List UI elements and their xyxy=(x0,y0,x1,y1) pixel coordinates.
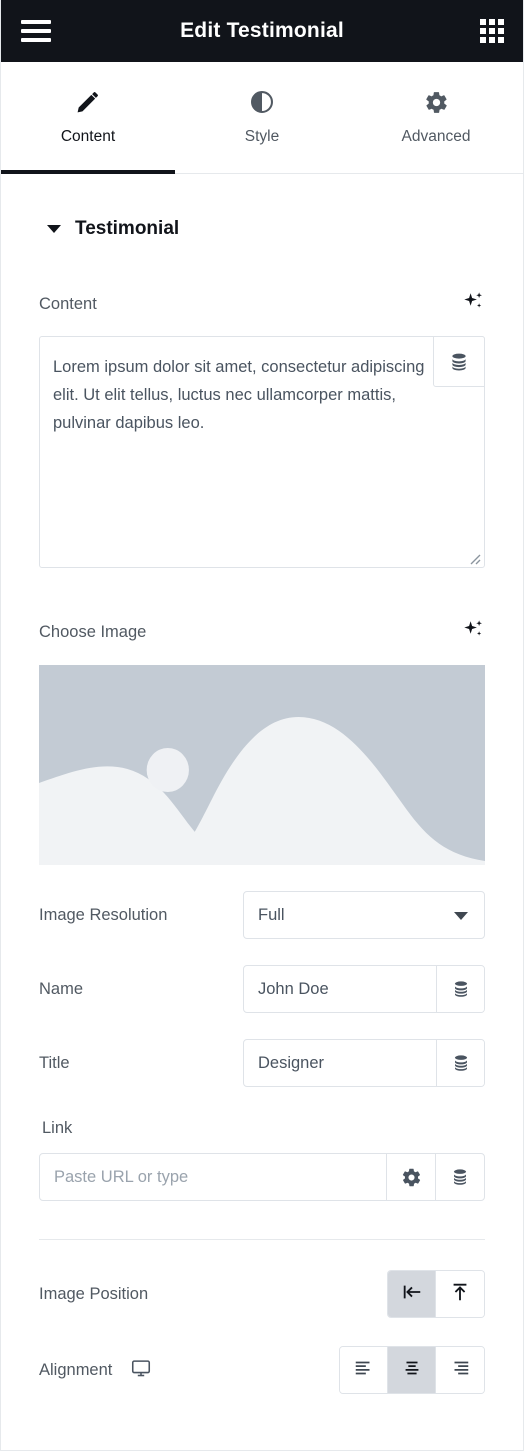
grid-icon[interactable] xyxy=(479,18,505,44)
chevron-down-icon xyxy=(47,225,61,233)
panel-tabs: Content Style Advanced xyxy=(1,62,523,174)
title-input[interactable]: Designer xyxy=(244,1040,436,1086)
resize-handle-icon[interactable] xyxy=(467,551,481,565)
image-resolution-select[interactable]: Full xyxy=(243,891,485,939)
content-field-header: Content xyxy=(39,290,485,319)
alignment-left-button[interactable] xyxy=(340,1347,388,1393)
dynamic-tags-button-name[interactable] xyxy=(436,966,484,1012)
image-position-choices xyxy=(387,1270,485,1318)
tab-label: Style xyxy=(244,128,280,145)
section-title: Testimonial xyxy=(75,218,180,239)
tab-label: Advanced xyxy=(401,127,471,145)
pencil-icon xyxy=(75,89,101,115)
tab-advanced[interactable]: Advanced xyxy=(349,62,523,173)
image-placeholder-landscape[interactable] xyxy=(39,665,485,865)
tab-content[interactable]: Content xyxy=(1,62,175,174)
align-center-icon xyxy=(401,1357,423,1384)
desktop-icon[interactable] xyxy=(130,1357,152,1384)
image-position-aside-button[interactable] xyxy=(388,1271,436,1317)
align-right-icon xyxy=(449,1357,471,1384)
tab-label: Content xyxy=(60,128,116,145)
dynamic-tags-button-content[interactable] xyxy=(433,336,485,387)
image-position-label: Image Position xyxy=(39,1284,149,1303)
name-input-group: John Doe xyxy=(243,965,485,1013)
link-label: Link xyxy=(42,1119,73,1137)
chevron-down-icon xyxy=(454,912,468,920)
title-input-group: Designer xyxy=(243,1039,485,1087)
title-row: Title Designer xyxy=(39,1039,485,1087)
section-divider xyxy=(39,1239,485,1240)
image-field-header: Choose Image xyxy=(39,618,485,647)
align-left-icon xyxy=(353,1357,375,1384)
image-position-row: Image Position xyxy=(39,1270,485,1318)
ai-sparkle-icon[interactable] xyxy=(461,290,485,319)
panel-titlebar: Edit Testimonial xyxy=(1,0,523,62)
gear-icon xyxy=(424,90,449,115)
image-resolution-value: Full xyxy=(258,905,285,924)
name-input[interactable]: John Doe xyxy=(244,966,436,1012)
content-textarea-wrapper: Lorem ipsum dolor sit amet, consectetur … xyxy=(39,336,485,568)
align-to-left-bar-icon xyxy=(401,1281,423,1308)
align-to-top-bar-icon xyxy=(449,1281,471,1308)
alignment-label: Alignment xyxy=(39,1360,113,1379)
edit-widget-panel: Edit Testimonial Content Style Advanced … xyxy=(0,0,524,1451)
choose-image-label: Choose Image xyxy=(39,623,147,641)
title-label: Title xyxy=(39,1053,70,1072)
alignment-row: Alignment xyxy=(39,1346,485,1394)
alignment-right-button[interactable] xyxy=(436,1347,484,1393)
content-label: Content xyxy=(39,295,97,313)
section-header-testimonial[interactable]: Testimonial xyxy=(39,174,485,240)
image-resolution-label: Image Resolution xyxy=(39,905,168,924)
alignment-choices xyxy=(339,1346,485,1394)
name-label: Name xyxy=(39,979,84,998)
dynamic-tags-button-link[interactable] xyxy=(435,1154,484,1200)
image-position-top-button[interactable] xyxy=(436,1271,484,1317)
ai-sparkle-icon[interactable] xyxy=(461,618,485,647)
content-textarea[interactable]: Lorem ipsum dolor sit amet, consectetur … xyxy=(40,337,455,437)
contrast-icon xyxy=(249,89,275,115)
dynamic-tags-button-title[interactable] xyxy=(436,1040,484,1086)
panel-body: Testimonial Content Lorem ipsum dolor si… xyxy=(1,174,523,1394)
tab-style[interactable]: Style xyxy=(175,62,349,173)
alignment-center-button[interactable] xyxy=(388,1347,436,1393)
link-input-group: Paste URL or type xyxy=(39,1153,485,1201)
page-title: Edit Testimonial xyxy=(180,19,344,42)
link-options-button[interactable] xyxy=(386,1154,435,1200)
image-resolution-row: Image Resolution Full xyxy=(39,891,485,939)
link-input[interactable]: Paste URL or type xyxy=(40,1154,386,1200)
name-row: Name John Doe xyxy=(39,965,485,1013)
